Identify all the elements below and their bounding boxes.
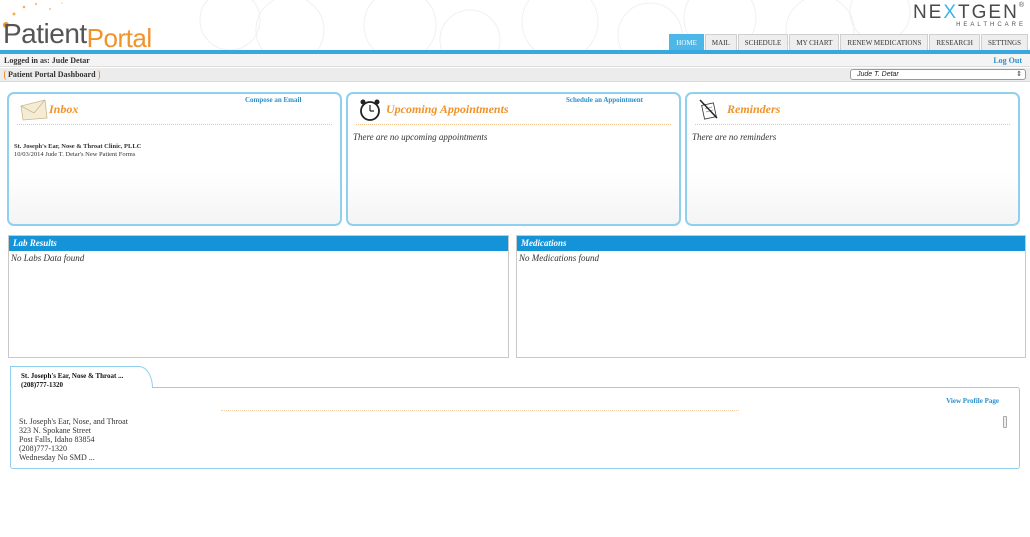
address-line: Wednesday No SMD ...: [19, 453, 95, 462]
medications-empty: No Medications found: [519, 253, 599, 263]
nav-tab-home[interactable]: HOME: [669, 34, 704, 50]
scrollbar-thumb[interactable]: [1003, 416, 1007, 428]
appointments-title: Upcoming Appointments: [386, 102, 509, 116]
practice-tab-phone: (208)777-1320: [21, 381, 63, 389]
envelope-icon: [20, 99, 48, 121]
patient-select-value: Jude T. Detar: [857, 71, 899, 78]
practice-tab[interactable]: St. Joseph's Ear, Nose & Throat ... (208…: [10, 366, 153, 389]
appointments-empty: There are no upcoming appointments: [353, 132, 488, 142]
medications-panel: Medications No Medications found: [516, 235, 1026, 358]
lab-results-panel: Lab Results No Labs Data found: [8, 235, 509, 358]
inbox-divider: [17, 124, 332, 125]
inbox-card: Inbox Compose an Email St. Joseph's Ear,…: [7, 92, 342, 226]
practice-divider: [221, 410, 739, 411]
lab-results-empty: No Labs Data found: [11, 253, 85, 263]
address-line: 323 N. Spokane Street: [19, 426, 91, 435]
brand-name: NEXTGEN®: [913, 2, 1026, 24]
address-line: St. Joseph's Ear, Nose, and Throat: [19, 417, 128, 426]
reminders-card: Reminders There are no reminders: [685, 92, 1020, 226]
alarm-clock-icon: [360, 99, 380, 121]
practice-tab-name: St. Joseph's Ear, Nose & Throat ...: [21, 372, 124, 380]
inbox-title: Inbox: [49, 102, 79, 116]
patient-portal-logo[interactable]: PatientPortal: [3, 18, 152, 52]
message-sender: St. Joseph's Ear, Nose & Throat Clinic, …: [14, 143, 142, 150]
logo-text-patient: Patient: [3, 18, 87, 49]
address-line: Post Falls, Idaho 83854: [19, 435, 95, 444]
practice-address: St. Joseph's Ear, Nose, and Throat 323 N…: [19, 417, 128, 462]
reminders-empty: There are no reminders: [692, 132, 777, 142]
address-line: (208)777-1320: [19, 444, 67, 453]
message-date-subject: 10/03/2014 Jude T. Detar's New Patient F…: [14, 151, 136, 158]
reminders-divider: [695, 124, 1010, 125]
nav-tab-schedule[interactable]: SCHEDULE: [737, 34, 789, 50]
app-header: PatientPortal NEXTGEN® HEALTHCARE HOME M…: [0, 0, 1030, 52]
select-arrows-icon: ⇕: [1016, 71, 1022, 78]
nav-tab-renew-medications[interactable]: RENEW MEDICATIONS: [840, 34, 929, 50]
lab-results-title: Lab Results: [9, 236, 508, 251]
inbox-message-item[interactable]: St. Joseph's Ear, Nose & Throat Clinic, …: [14, 143, 141, 159]
nav-tab-my-chart[interactable]: MY CHART: [789, 34, 840, 50]
session-bar: Logged in as: Jude Detar Log Out: [0, 54, 1030, 67]
brand-reg-mark: ®: [1018, 2, 1026, 9]
brand-name-x: X: [943, 2, 959, 23]
patient-select[interactable]: Jude T. Detar ⇕: [850, 69, 1026, 80]
brand-name-end: TGEN: [958, 2, 1019, 23]
appointments-card: Upcoming Appointments Schedule an Appoin…: [346, 92, 681, 226]
schedule-appointment-link[interactable]: Schedule an Appointment: [566, 96, 643, 104]
reminder-note-icon: [699, 99, 718, 120]
brand-name-start: NE: [912, 2, 944, 23]
logo-text-portal: Portal: [86, 23, 152, 52]
nav-tab-mail[interactable]: MAIL: [704, 34, 737, 50]
appointments-divider: [356, 124, 671, 125]
practice-details: View Profile Page St. Joseph's Ear, Nose…: [10, 387, 1020, 469]
nav-tab-research[interactable]: RESEARCH: [929, 34, 980, 50]
nextgen-brand: NEXTGEN® HEALTHCARE: [913, 2, 1026, 28]
view-profile-link[interactable]: View Profile Page: [946, 397, 999, 405]
nav-tab-settings[interactable]: SETTINGS: [980, 34, 1028, 50]
breadcrumb: Patient Portal Dashboard: [4, 70, 100, 80]
main-nav: HOME MAIL SCHEDULE MY CHART RENEW MEDICA…: [668, 34, 1028, 50]
reminders-title: Reminders: [727, 102, 781, 116]
compose-email-link[interactable]: Compose an Email: [245, 96, 301, 104]
medications-title: Medications: [517, 236, 1025, 251]
logout-link[interactable]: Log Out: [993, 56, 1022, 65]
dashboard-bar: Patient Portal Dashboard Jude T. Detar ⇕: [0, 68, 1030, 82]
logged-in-label: Logged in as: Jude Detar: [4, 56, 90, 65]
